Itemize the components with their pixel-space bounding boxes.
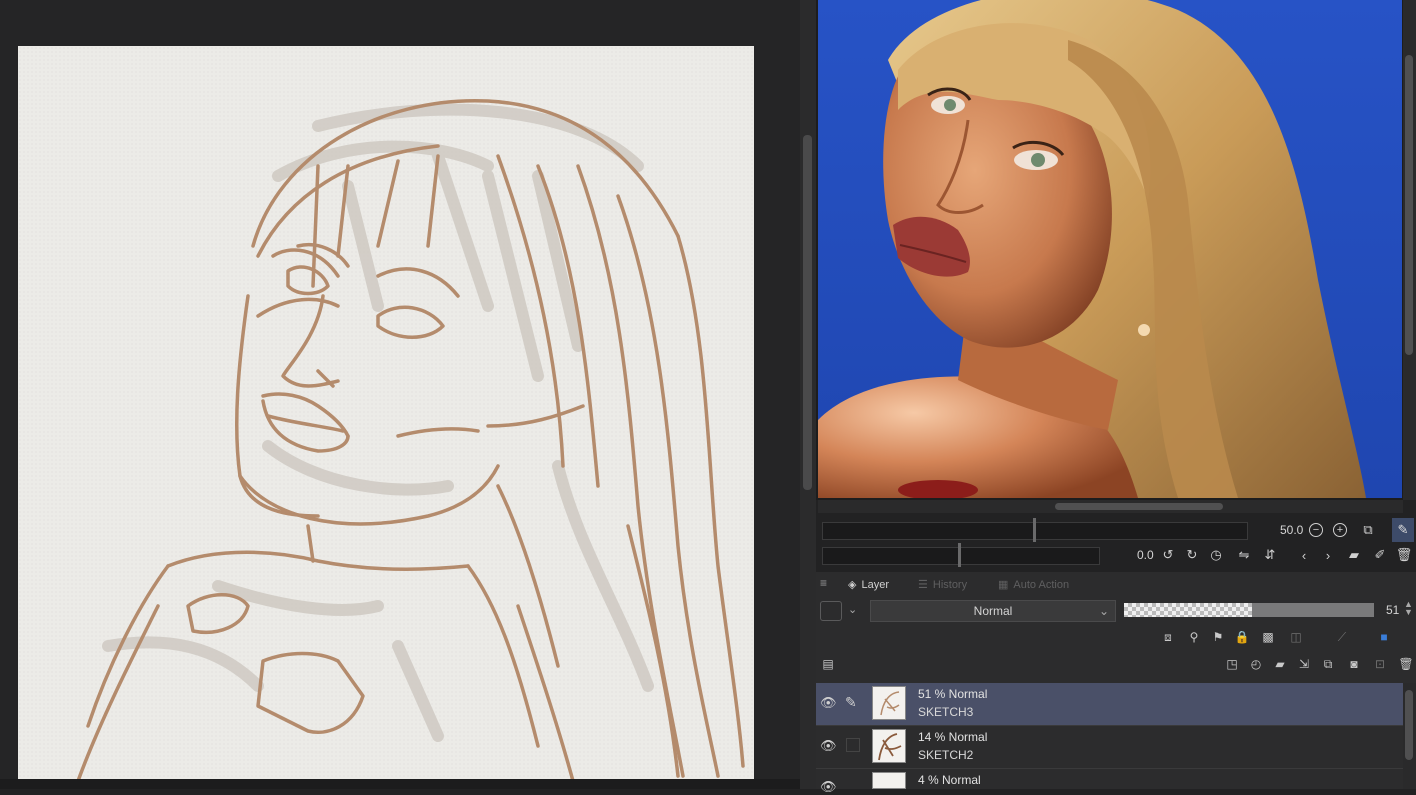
row-divider [816, 768, 1403, 769]
lock-layer-icon[interactable]: 🔒 [1234, 629, 1250, 645]
new-folder-icon[interactable]: ▰ [1272, 656, 1288, 672]
auto-action-icon: ▦ [998, 579, 1009, 591]
ruler-icon[interactable]: ⟋ [1334, 629, 1350, 645]
clip-layer-icon[interactable]: ⧈ [1160, 629, 1176, 645]
merge-layer-icon[interactable]: ⧉ [1320, 656, 1336, 672]
layer-blend-info: 4 % Normal [918, 773, 981, 787]
reference-vertical-thumb[interactable] [1405, 55, 1413, 355]
next-image-icon[interactable]: › [1320, 547, 1336, 563]
canvas-scroll-thumb[interactable] [803, 135, 812, 490]
draft-layer-icon[interactable]: ⚑ [1210, 629, 1226, 645]
zoom-value: 50.0 [1280, 523, 1304, 537]
rotation-slider-handle[interactable] [958, 543, 961, 567]
reset-rotation-icon[interactable]: ◷ [1208, 547, 1224, 563]
zoom-out-icon[interactable]: − [1309, 523, 1323, 537]
reference-horizontal-thumb[interactable] [1055, 503, 1223, 510]
thumbnail-sketch [878, 733, 902, 761]
fit-view-icon[interactable]: ⧉ [1360, 522, 1376, 538]
eyedropper-icon[interactable]: ✎ [1392, 518, 1414, 542]
layer-thumbnail [872, 729, 906, 763]
reference-layer-icon[interactable]: ⚲ [1186, 629, 1202, 645]
layer-blend-info: 51 % Normal [918, 687, 988, 701]
sketch-artwork [76, 99, 745, 783]
opacity-slider-fill [1124, 603, 1252, 617]
history-icon: ☰ [918, 579, 928, 591]
blend-mode-select[interactable]: Normal ⌄ [870, 600, 1116, 622]
chevron-down-icon: ⌄ [1098, 604, 1109, 618]
delete-layer-icon[interactable]: 🗑 [1398, 656, 1414, 672]
edit-target-box[interactable] [846, 738, 860, 752]
zoom-in-icon[interactable]: + [1333, 523, 1347, 537]
reference-portrait [818, 0, 1402, 498]
new-raster-layer-icon[interactable]: ◳ [1224, 656, 1240, 672]
flip-horizontal-icon[interactable]: ⇋ [1236, 547, 1252, 563]
layer-thumbnail [872, 686, 906, 720]
layer-name: SKETCH3 [918, 705, 974, 719]
layer-color-swatch[interactable] [820, 601, 842, 621]
rotation-value: 0.0 [1137, 548, 1154, 562]
layer-list-toggle-icon[interactable]: ▤ [820, 656, 836, 672]
previous-image-icon[interactable]: ‹ [1296, 547, 1312, 563]
layer-thumbnail [872, 772, 906, 789]
delete-image-icon[interactable]: 🗑 [1396, 547, 1413, 563]
rotate-right-icon[interactable]: ↻ [1184, 547, 1200, 563]
thumbnail-sketch [880, 691, 900, 716]
layer-blend-info: 14 % Normal [918, 730, 988, 744]
transfer-layer-icon[interactable]: ⇲ [1296, 656, 1312, 672]
drawing-canvas[interactable] [18, 46, 754, 786]
mask-icon[interactable]: ◫ [1288, 629, 1304, 645]
layer-color-icon[interactable]: ■ [1376, 629, 1392, 645]
eye-icon[interactable]: 👁 [820, 695, 837, 711]
layer-list-scroll-thumb[interactable] [1405, 690, 1413, 760]
tab-layer[interactable]: ◈ Layer [848, 578, 889, 592]
layers-icon: ◈ [848, 579, 857, 591]
create-mask-icon[interactable]: ◙ [1346, 656, 1362, 672]
panel-menu-icon[interactable]: ≡ [820, 576, 827, 590]
row-divider [816, 725, 1403, 726]
tab-auto-action[interactable]: ▦ Auto Action [998, 578, 1069, 592]
apply-mask-icon[interactable]: ⊡ [1372, 656, 1388, 672]
eye-icon[interactable]: 👁 [820, 738, 837, 754]
opacity-stepper[interactable]: ▲ ▼ [1404, 600, 1413, 617]
eye-icon[interactable]: 👁 [820, 779, 837, 795]
layer-name: SKETCH2 [918, 748, 974, 762]
lock-transparency-icon[interactable]: ▩ [1260, 629, 1276, 645]
edit-icon[interactable]: ✐ [1372, 547, 1388, 563]
flip-vertical-icon[interactable]: ⇵ [1262, 547, 1278, 563]
zoom-slider-handle[interactable] [1033, 518, 1036, 542]
opacity-value: 51 [1386, 603, 1400, 617]
canvas-status-bar [0, 779, 800, 789]
chevron-down-icon[interactable]: ⌄ [848, 603, 857, 616]
rotation-slider[interactable] [822, 547, 1100, 565]
open-folder-icon[interactable]: ▰ [1346, 547, 1362, 563]
tab-history[interactable]: ☰ History [918, 578, 967, 592]
rotate-left-icon[interactable]: ↺ [1160, 547, 1176, 563]
reference-image[interactable] [818, 0, 1402, 498]
pen-edit-icon: ✎ [845, 694, 857, 710]
new-vector-layer-icon[interactable]: ◴ [1248, 656, 1264, 672]
